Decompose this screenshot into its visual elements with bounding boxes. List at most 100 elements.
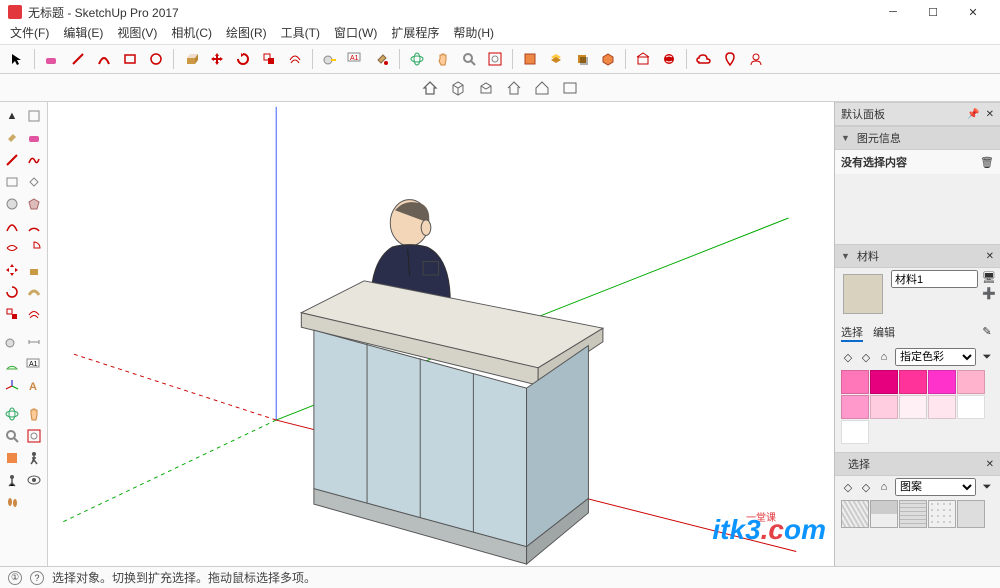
- dropdown2-detail-icon[interactable]: ⏷: [980, 480, 994, 494]
- panel2-close-icon[interactable]: ✕: [986, 459, 994, 470]
- lt-pie-icon[interactable]: [24, 238, 44, 258]
- circle-tool-icon[interactable]: [145, 48, 167, 70]
- menu-extensions[interactable]: 扩展程序: [391, 24, 439, 44]
- trash-icon[interactable]: 🗑: [980, 155, 994, 169]
- tape-tool-icon[interactable]: [319, 48, 341, 70]
- lt-paint-icon[interactable]: [2, 128, 22, 148]
- lt-move-icon[interactable]: [2, 260, 22, 280]
- paint-tool-icon[interactable]: [371, 48, 393, 70]
- lt-dimension-icon[interactable]: [24, 332, 44, 352]
- color-swatch[interactable]: [870, 395, 898, 419]
- nav-fwd-icon[interactable]: ◇: [859, 350, 873, 364]
- menu-view[interactable]: 视图(V): [117, 24, 157, 44]
- lt-pushpull-icon[interactable]: [24, 260, 44, 280]
- lt-polygon-icon[interactable]: [24, 194, 44, 214]
- viewport[interactable]: 一堂课 itk3.com: [48, 102, 835, 566]
- lt-protractor-icon[interactable]: [2, 354, 22, 374]
- lt-position-camera-icon[interactable]: [2, 470, 22, 490]
- color-swatch[interactable]: [841, 370, 869, 394]
- menu-edit[interactable]: 编辑(E): [63, 24, 103, 44]
- cube-icon[interactable]: [597, 48, 619, 70]
- close-button[interactable]: ✕: [960, 3, 986, 21]
- user-icon[interactable]: [745, 48, 767, 70]
- zoom-extents-icon[interactable]: [484, 48, 506, 70]
- menu-tools[interactable]: 工具(T): [281, 24, 320, 44]
- status-info-icon[interactable]: ①: [8, 571, 22, 585]
- orbit-tool-icon[interactable]: [406, 48, 428, 70]
- nav-back2-icon[interactable]: ◇: [841, 480, 855, 494]
- rotate-tool-icon[interactable]: [232, 48, 254, 70]
- color-swatch[interactable]: [870, 370, 898, 394]
- lt-offset-icon[interactable]: [24, 304, 44, 324]
- lt-rotrect-icon[interactable]: [24, 172, 44, 192]
- lt-3parc-icon[interactable]: [2, 238, 22, 258]
- home2-icon[interactable]: ⌂: [877, 480, 891, 494]
- select-tool-icon[interactable]: [6, 48, 28, 70]
- lt-walk-icon[interactable]: [24, 448, 44, 468]
- lt-pan-icon[interactable]: [24, 404, 44, 424]
- lt-2parc-icon[interactable]: [24, 216, 44, 236]
- pattern-thumb[interactable]: [928, 500, 956, 528]
- arc-tool-icon[interactable]: [93, 48, 115, 70]
- lt-followme-icon[interactable]: [24, 282, 44, 302]
- lt-freehand-icon[interactable]: [24, 150, 44, 170]
- scale-tool-icon[interactable]: [258, 48, 280, 70]
- entity-info-header[interactable]: ▼图元信息: [835, 126, 1000, 150]
- display-icon[interactable]: 🖥: [982, 270, 996, 284]
- lt-make-component-icon[interactable]: [24, 106, 44, 126]
- ext-warehouse-icon[interactable]: [658, 48, 680, 70]
- package-view-icon[interactable]: [447, 77, 469, 99]
- tab-edit[interactable]: 编辑: [873, 324, 895, 342]
- menu-camera[interactable]: 相机(C): [171, 24, 212, 44]
- pattern-select[interactable]: 图案: [895, 478, 976, 496]
- color-swatch[interactable]: [899, 395, 927, 419]
- dropdown-detail-icon[interactable]: ⏷: [980, 350, 994, 364]
- close-small-icon[interactable]: ✕: [986, 109, 994, 120]
- lt-line-icon[interactable]: [2, 150, 22, 170]
- pattern-thumb[interactable]: [841, 500, 869, 528]
- pan-tool-icon[interactable]: [432, 48, 454, 70]
- pattern-thumb[interactable]: [899, 500, 927, 528]
- minimize-button[interactable]: ─: [880, 3, 906, 21]
- materials-header[interactable]: ▼材料 ✕: [835, 244, 1000, 268]
- lt-section-icon[interactable]: [2, 448, 22, 468]
- pin-icon[interactable]: 📌: [967, 109, 979, 120]
- color-swatch[interactable]: [899, 370, 927, 394]
- panel-close-icon[interactable]: ✕: [986, 251, 994, 262]
- lt-text-icon[interactable]: A1: [24, 354, 44, 374]
- new-material-icon[interactable]: ➕: [982, 286, 996, 300]
- eyedropper-icon[interactable]: ✎: [980, 324, 994, 338]
- lt-zoomwin-icon[interactable]: [24, 426, 44, 446]
- color-swatch[interactable]: [957, 370, 985, 394]
- color-swatch[interactable]: [928, 395, 956, 419]
- lt-tape-icon[interactable]: [2, 332, 22, 352]
- lt-rect-icon[interactable]: [2, 172, 22, 192]
- shadows-icon[interactable]: [571, 48, 593, 70]
- lt-look-icon[interactable]: [24, 470, 44, 490]
- lt-circle-icon[interactable]: [2, 194, 22, 214]
- selection-panel-header[interactable]: 选择 ✕: [835, 452, 1000, 476]
- home-icon[interactable]: ⌂: [877, 350, 891, 364]
- zoom-tool-icon[interactable]: [458, 48, 480, 70]
- lt-scale-icon[interactable]: [2, 304, 22, 324]
- home-view-icon[interactable]: [419, 77, 441, 99]
- house-wire-icon[interactable]: [503, 77, 525, 99]
- open-box-icon[interactable]: [475, 77, 497, 99]
- color-swatch[interactable]: [957, 395, 985, 419]
- geo-icon[interactable]: [719, 48, 741, 70]
- lt-eraser-icon[interactable]: [24, 128, 44, 148]
- text-tool-icon[interactable]: A1: [345, 48, 367, 70]
- lt-rotate-icon[interactable]: [2, 282, 22, 302]
- status-help-icon[interactable]: ?: [30, 571, 44, 585]
- lt-footprint-icon[interactable]: [2, 492, 22, 512]
- default-panel-header[interactable]: 默认面板 📌✕: [835, 102, 1000, 126]
- frame-icon[interactable]: [559, 77, 581, 99]
- menu-file[interactable]: 文件(F): [10, 24, 49, 44]
- line-tool-icon[interactable]: [67, 48, 89, 70]
- warehouse-icon[interactable]: [632, 48, 654, 70]
- color-swatch[interactable]: [841, 395, 869, 419]
- section-icon[interactable]: [519, 48, 541, 70]
- layers-icon[interactable]: [545, 48, 567, 70]
- cloud-icon[interactable]: [693, 48, 715, 70]
- pattern-thumb[interactable]: [870, 500, 898, 528]
